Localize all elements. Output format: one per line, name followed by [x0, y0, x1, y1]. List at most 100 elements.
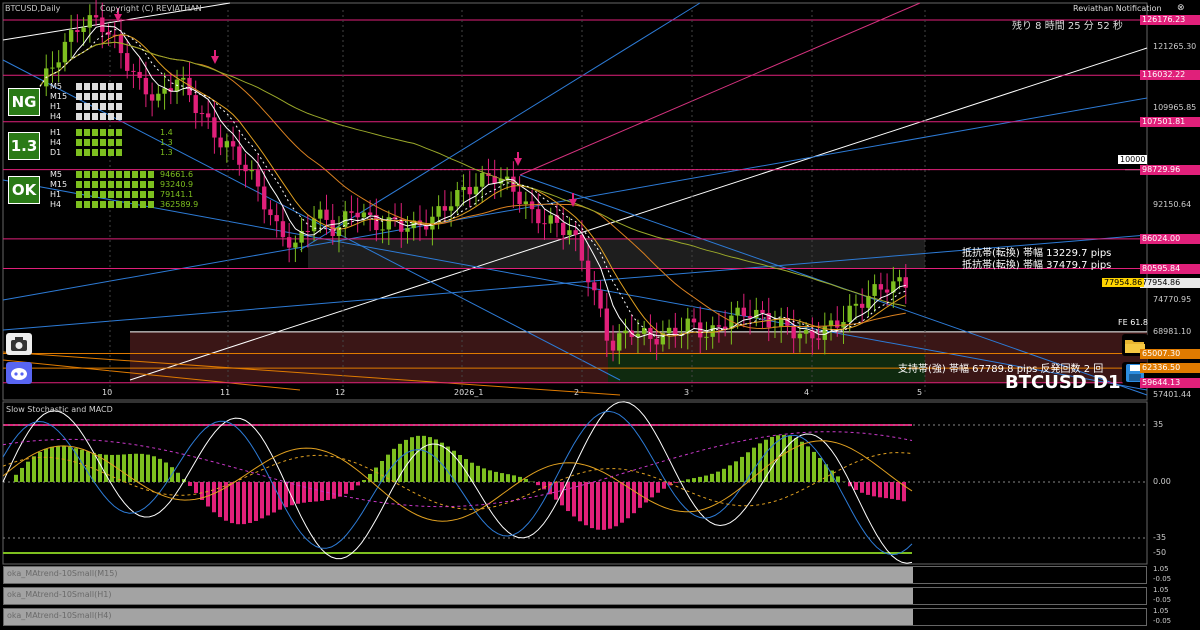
macd-histogram-bar — [242, 482, 246, 525]
strength-square — [100, 181, 106, 188]
strength-square — [124, 171, 130, 178]
candle-body — [816, 338, 821, 340]
candle-body — [286, 237, 292, 248]
strength-square — [76, 149, 82, 156]
candle-body — [62, 41, 68, 63]
macd-histogram-bar — [500, 473, 504, 482]
ratio-badge: 1.3 — [8, 132, 40, 160]
strength-square — [92, 113, 98, 120]
ma-trend-top-label: 1.05 — [1153, 607, 1169, 615]
candle-body — [230, 141, 236, 147]
macd-histogram-bar — [806, 446, 810, 482]
macd-histogram-bar — [134, 453, 138, 482]
price-axis-label: 92150.64 — [1153, 200, 1192, 210]
macd-histogram-bar — [716, 471, 720, 482]
candle-body — [50, 67, 55, 69]
macd-histogram-bar — [110, 454, 114, 482]
candle-body — [131, 70, 136, 72]
strength-square — [108, 191, 114, 198]
strength-square — [92, 171, 98, 178]
strength-square — [100, 129, 106, 136]
macd-histogram-bar — [866, 482, 870, 495]
macd-histogram-bar — [662, 482, 666, 489]
tf-label: M15 — [50, 92, 68, 101]
candle-body — [716, 325, 722, 327]
strength-square — [76, 171, 82, 178]
candle-body — [573, 230, 578, 235]
macd-histogram-bar — [608, 482, 612, 529]
watermark-label: BTCUSD D1 — [1005, 372, 1121, 393]
candle-body — [156, 93, 161, 101]
macd-histogram-bar — [44, 448, 48, 482]
candle-body — [274, 215, 279, 222]
macd-histogram-bar — [62, 445, 66, 482]
candle-body — [853, 303, 859, 306]
notification-label[interactable]: Reviathan Notification — [1073, 4, 1162, 13]
price-tag-label: 65007.30 — [1140, 348, 1200, 359]
camera-icon[interactable] — [6, 333, 32, 355]
candle-body — [399, 219, 404, 232]
strength-square — [100, 113, 106, 120]
candle-body — [797, 333, 803, 339]
macd-histogram-bar — [656, 482, 660, 493]
tf-value: 362589.9 — [160, 200, 199, 209]
macd-histogram-bar — [260, 482, 264, 519]
macd-histogram-bar — [896, 482, 900, 500]
price-axis-label: 74770.95 — [1153, 295, 1192, 305]
strength-square — [76, 129, 82, 136]
macd-histogram-bar — [464, 459, 468, 482]
macd-histogram-bar — [314, 482, 318, 502]
strength-square — [76, 113, 82, 120]
macd-histogram-bar — [122, 454, 126, 482]
macd-histogram-bar — [92, 452, 96, 482]
strength-square — [148, 181, 154, 188]
strength-square — [92, 93, 98, 100]
tf-value: 93240.9 — [160, 180, 194, 189]
strength-square — [92, 201, 98, 208]
macd-histogram-bar — [254, 482, 258, 521]
macd-histogram-bar — [56, 445, 60, 482]
candle-body — [617, 333, 622, 351]
macd-histogram-bar — [572, 482, 576, 517]
candle-body — [243, 164, 248, 172]
tf-label: M5 — [50, 82, 62, 91]
price-axis-label: 57401.44 — [1153, 390, 1192, 399]
candle-body — [361, 212, 367, 218]
candle-body — [828, 320, 834, 326]
macd-histogram-bar — [872, 482, 876, 497]
macd-histogram-bar — [590, 482, 594, 529]
strength-square — [92, 191, 98, 198]
candle-body — [367, 212, 373, 215]
price-tag-label: 86024.00 — [1140, 233, 1200, 244]
strength-square — [100, 103, 106, 110]
close-icon[interactable]: ⊗ — [1177, 3, 1185, 13]
macd-histogram-bar — [566, 482, 570, 512]
macd-histogram-bar — [284, 482, 288, 508]
tf-value: 79141.1 — [160, 190, 194, 199]
macd-histogram-bar — [236, 482, 240, 525]
candle-body — [56, 62, 61, 68]
price-tag-label: 116032.22 — [1140, 70, 1200, 81]
tf-label: M15 — [50, 180, 68, 189]
indicator-level-label: 0.00 — [1153, 477, 1171, 486]
strength-square — [92, 181, 98, 188]
macd-histogram-bar — [356, 482, 360, 486]
candle-body — [710, 325, 715, 337]
macd-histogram-bar — [350, 482, 354, 491]
candle-body — [897, 277, 902, 282]
strength-square — [100, 191, 106, 198]
candle-body — [872, 284, 877, 296]
strength-square — [84, 113, 90, 120]
indicator-level-label: 35 — [1153, 420, 1164, 429]
candle-body — [87, 15, 93, 28]
macd-histogram-bar — [332, 482, 336, 499]
macd-histogram-bar — [248, 482, 252, 523]
strength-square — [148, 191, 154, 198]
ma-trend-frame — [3, 566, 1147, 584]
macd-histogram-bar — [692, 478, 696, 482]
candle-body — [866, 295, 871, 308]
macd-histogram-bar — [308, 482, 312, 502]
discord-icon[interactable] — [6, 362, 32, 384]
macd-histogram-bar — [512, 475, 516, 482]
macd-histogram-bar — [800, 441, 804, 482]
